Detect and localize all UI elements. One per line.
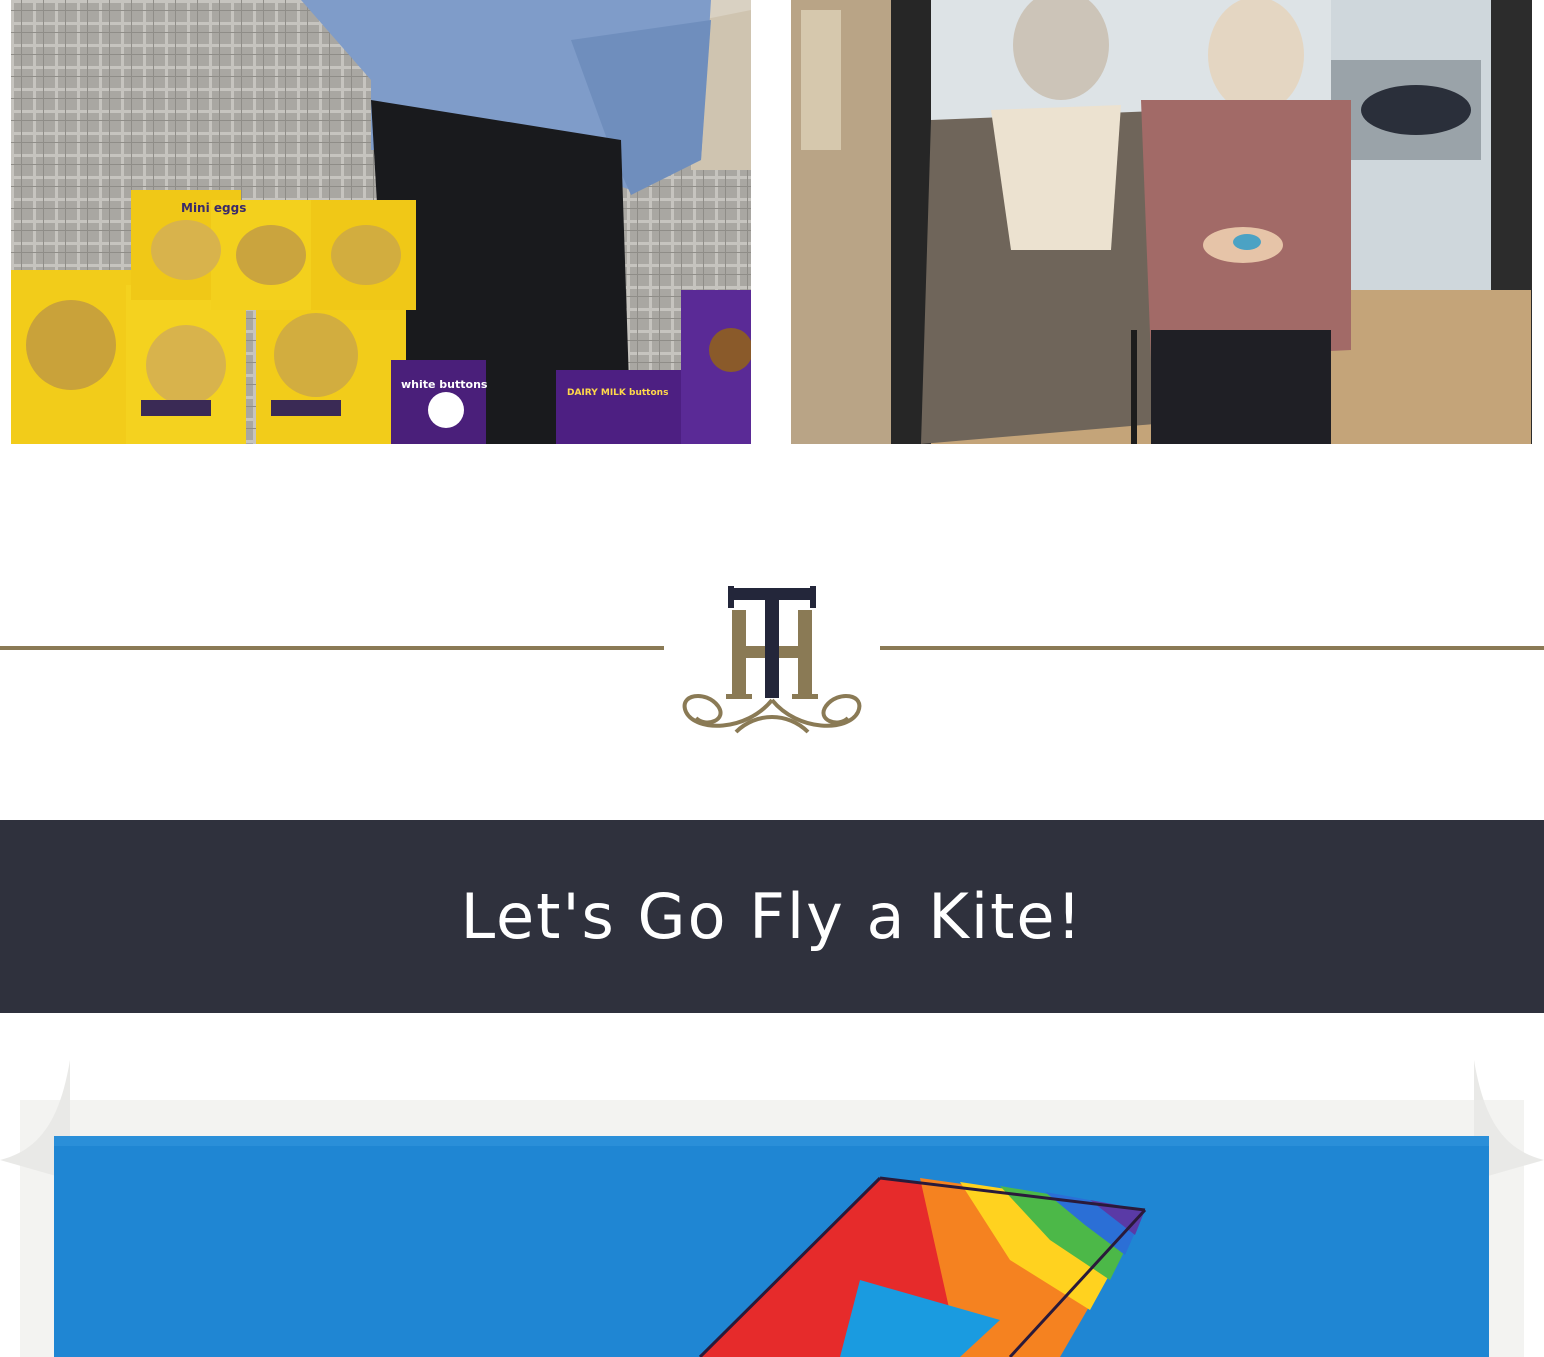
section-heading-band: Let's Go Fly a Kite!: [0, 820, 1544, 1013]
section-heading: Let's Go Fly a Kite!: [460, 880, 1084, 953]
logo-svg: [682, 586, 862, 734]
newsletter-page: Mini eggs white buttons DAIRY MILK butto…: [0, 0, 1544, 1357]
white-buttons-label: white buttons: [401, 378, 488, 391]
mini-eggs-label: Mini eggs: [181, 201, 246, 215]
dairy-milk-buttons-label: DAIRY MILK buttons: [567, 388, 668, 398]
kite-photo[interactable]: [0, 1060, 1544, 1357]
kite-image: [0, 1060, 1544, 1357]
easter-eggs-image: Mini eggs white buttons DAIRY MILK butto…: [11, 0, 751, 444]
residents-image: [791, 0, 1532, 444]
easter-eggs-photo[interactable]: Mini eggs white buttons DAIRY MILK butto…: [11, 0, 751, 444]
divider-left: [0, 646, 664, 650]
divider-right: [880, 646, 1544, 650]
th-monogram-icon: [676, 582, 868, 744]
residents-photo[interactable]: [791, 0, 1532, 444]
